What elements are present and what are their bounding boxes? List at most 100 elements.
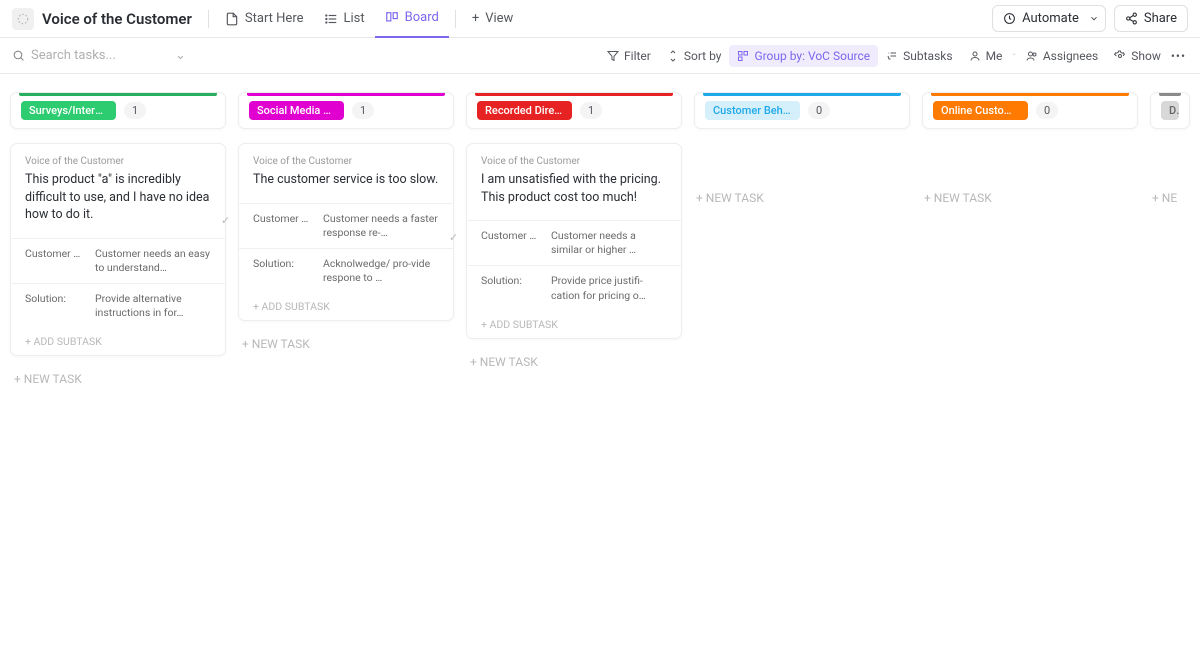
people-icon xyxy=(1026,50,1038,62)
board-area: Surveys/Intervie… 1 Voice of the Customer T… xyxy=(0,74,1200,414)
page-title: Voice of the Customer xyxy=(42,10,192,28)
top-bar: Voice of the Customer Start Here List Bo… xyxy=(0,0,1200,38)
list-icon xyxy=(324,12,338,26)
new-task-button[interactable]: + NEW TASK xyxy=(10,362,226,396)
column-header[interactable]: Recorded Direct…1 xyxy=(466,92,682,129)
chevron-down-icon[interactable]: ⌄ xyxy=(175,48,186,63)
subtasks-button[interactable]: Subtasks xyxy=(878,45,960,67)
automate-icon xyxy=(1003,12,1016,25)
divider xyxy=(455,10,456,28)
filter-icon xyxy=(607,50,619,62)
subtask-label: Customer … xyxy=(481,229,541,242)
subtask-label: Customer … xyxy=(253,212,313,225)
subtask-label: Solution: xyxy=(481,274,541,287)
check-icon: ✓ xyxy=(0,249,2,262)
check-icon: ✓ xyxy=(449,231,458,244)
group-by-button[interactable]: Group by: VoC Source xyxy=(729,45,878,67)
add-subtask-button[interactable]: + ADD SUBTASK xyxy=(467,311,681,338)
subtask-label: Solution: xyxy=(253,257,313,270)
column-header[interactable]: Online Custome… 0 xyxy=(922,92,1138,129)
subtask-text: Provide alternative instructions in for… xyxy=(95,292,211,320)
column-header[interactable]: Customer Behav… 0 xyxy=(694,92,910,129)
toolbar: ⌄ Filter Sort by Group by: VoC Source Su… xyxy=(0,38,1200,74)
plus-icon: + xyxy=(472,11,479,26)
subtask-row[interactable]: Solution: Acknolwedge/ pro-vide respone t… xyxy=(239,248,453,293)
ellipsis-icon: ••• xyxy=(1171,49,1186,63)
divider xyxy=(208,10,209,28)
view-board[interactable]: Board xyxy=(375,0,449,38)
count-badge: 1 xyxy=(352,102,374,119)
status-pill: Recorded Direct… xyxy=(477,101,572,120)
subtask-text: Customer needs an easy to understand… xyxy=(95,247,211,275)
space-icon[interactable] xyxy=(12,8,34,30)
column-header[interactable]: Social Media Fe… 1 xyxy=(238,92,454,129)
new-task-button[interactable]: + NEW TASK xyxy=(694,181,910,215)
task-card[interactable]: Voice of the CustomerI am unsatisfied wi… xyxy=(466,143,682,339)
task-title: The customer service is too slow. xyxy=(253,171,439,189)
search-input[interactable] xyxy=(31,48,161,63)
status-pill: Dir xyxy=(1161,101,1179,120)
subtask-row[interactable]: Solution: Provide alternative instruction… xyxy=(11,283,225,328)
breadcrumb: Voice of the Customer xyxy=(253,156,439,167)
subtask-text: Provide price justifi-cation for pricing… xyxy=(551,274,667,302)
person-icon xyxy=(969,50,981,62)
subtask-icon xyxy=(886,50,898,62)
subtask-text: Acknolwedge/ pro-vide respone to … xyxy=(323,257,439,285)
add-subtask-button[interactable]: + ADD SUBTASK xyxy=(239,293,453,320)
count-badge: 0 xyxy=(808,102,830,119)
subtask-row[interactable]: ✓Customer …Customer needs a similar or h… xyxy=(467,220,681,265)
filter-button[interactable]: Filter xyxy=(599,45,659,67)
subtask-text: Customer needs a similar or higher … xyxy=(551,229,667,257)
automate-button[interactable]: Automate xyxy=(992,5,1106,32)
status-pill: Surveys/Intervie… xyxy=(21,101,116,120)
board-column: Recorded Direct…1 Voice of the CustomerI … xyxy=(466,92,682,379)
share-button[interactable]: Share xyxy=(1114,5,1188,32)
subtask-text: Customer needs a faster response re-… xyxy=(323,212,439,240)
more-button[interactable]: ••• xyxy=(1169,45,1188,67)
count-badge: 1 xyxy=(124,102,146,119)
subtask-label: Solution: xyxy=(25,292,85,305)
sort-button[interactable]: Sort by xyxy=(659,45,730,67)
board-column: Social Media Fe… 1 Voice of the Customer Th… xyxy=(238,92,454,361)
doc-icon xyxy=(225,12,239,26)
status-pill: Customer Behav… xyxy=(705,101,800,120)
new-task-button[interactable]: + NEW TASK xyxy=(238,327,454,361)
status-pill: Online Custome… xyxy=(933,101,1028,120)
assignees-button[interactable]: Assignees xyxy=(1018,45,1106,67)
group-icon xyxy=(737,50,749,62)
view-list[interactable]: List xyxy=(314,0,375,38)
search-icon xyxy=(12,49,25,62)
task-card[interactable]: Voice of the Customer The customer servic… xyxy=(238,143,454,321)
show-button[interactable]: Show xyxy=(1106,45,1169,67)
task-title: This product "a" is incredibly difficult… xyxy=(25,171,211,224)
add-subtask-button[interactable]: + ADD SUBTASK xyxy=(11,328,225,355)
subtask-row[interactable]: ✓Customer …Customer needs an easy to und… xyxy=(11,238,225,283)
board-column: Online Custome… 0 + NEW TASK xyxy=(922,92,1138,215)
board-column: Dir + NE xyxy=(1150,92,1190,215)
subtask-row[interactable]: Solution: Provide price justifi-cation fo… xyxy=(467,265,681,310)
new-task-button[interactable]: + NEW TASK xyxy=(922,181,1138,215)
board-column: Customer Behav… 0 + NEW TASK xyxy=(694,92,910,215)
task-title: I am unsatisfied with the pricing. This … xyxy=(481,171,667,206)
column-header[interactable]: Surveys/Intervie… 1 xyxy=(10,92,226,129)
new-task-button[interactable]: + NEW TASK xyxy=(466,345,682,379)
subtask-row[interactable]: ✓Customer …Customer needs a faster respo… xyxy=(239,203,453,248)
search-wrap[interactable]: ⌄ xyxy=(12,48,186,63)
board-column: Surveys/Intervie… 1 Voice of the Customer T… xyxy=(10,92,226,396)
column-header[interactable]: Dir xyxy=(1150,92,1190,129)
subtask-label: Customer … xyxy=(25,247,85,260)
share-icon xyxy=(1125,12,1138,25)
view-start-here[interactable]: Start Here xyxy=(215,0,314,38)
board-icon xyxy=(385,11,399,25)
check-icon: ✓ xyxy=(221,214,230,227)
chevron-down-icon xyxy=(1089,12,1099,25)
add-view[interactable]: + View xyxy=(462,0,524,38)
count-badge: 0 xyxy=(1036,102,1058,119)
breadcrumb: Voice of the Customer xyxy=(25,156,211,167)
task-card[interactable]: Voice of the Customer This product "a" is… xyxy=(10,143,226,356)
settings-icon xyxy=(1114,50,1126,62)
sort-icon xyxy=(667,50,679,62)
new-task-button[interactable]: + NE xyxy=(1150,181,1190,215)
status-pill: Social Media Fe… xyxy=(249,101,344,120)
me-button[interactable]: Me xyxy=(961,45,1011,67)
